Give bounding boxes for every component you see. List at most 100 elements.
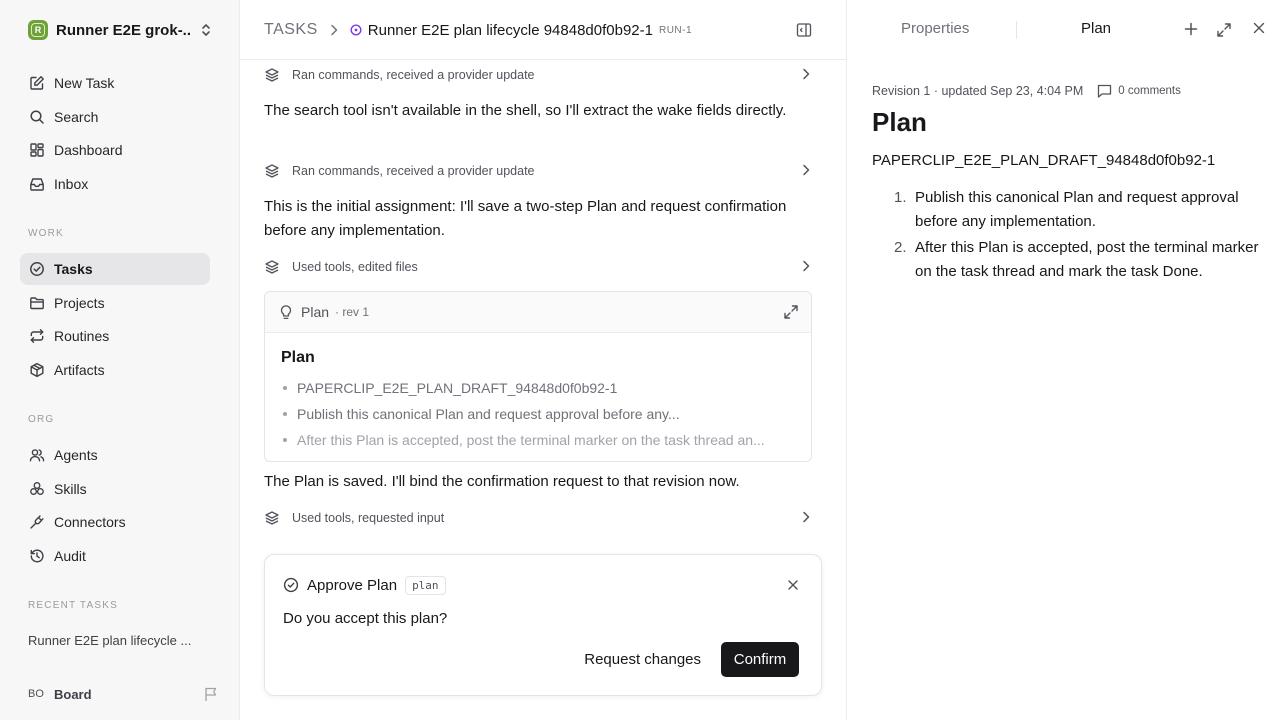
nav-label: Audit <box>54 548 86 564</box>
section-label-org: ORG <box>28 414 55 425</box>
layers-icon <box>265 260 279 274</box>
dashboard-icon <box>28 141 46 159</box>
plan-card-header: Plan · rev 1 <box>265 292 811 333</box>
confirm-button[interactable]: Confirm <box>721 642 799 677</box>
approval-tag: plan <box>405 575 446 595</box>
search-icon <box>28 108 46 126</box>
layers-icon <box>265 164 279 178</box>
nav-agents[interactable]: Agents <box>20 439 210 471</box>
task-thread: TASKS Runner E2E plan lifecycle 94848d0f… <box>240 0 846 720</box>
nav-routines[interactable]: Routines <box>20 320 210 352</box>
nav-label: Routines <box>54 328 110 344</box>
chevron-right-icon <box>803 164 810 176</box>
step-text: After this Plan is accepted, post the te… <box>915 239 1259 280</box>
nav-label: Search <box>54 109 99 125</box>
section-label-recent: RECENT TASKS <box>28 600 118 611</box>
board-label: Board <box>54 686 92 702</box>
nav-label: Skills <box>54 481 87 497</box>
plan-card[interactable]: Plan · rev 1 Plan PAPERCLIP_E2E_PLAN_DRA… <box>264 291 812 462</box>
workspace-switcher[interactable]: R Runner E2E grok-... <box>28 19 218 41</box>
chevron-right-icon <box>803 260 810 272</box>
recent-task-item[interactable]: Runner E2E plan lifecycle ... <box>28 633 208 648</box>
board-switcher[interactable]: BO Board <box>28 684 218 704</box>
nav-artifacts[interactable]: Artifacts <box>20 354 210 386</box>
breadcrumb: TASKS Runner E2E plan lifecycle 94848d0f… <box>264 19 692 41</box>
activity-text: Ran commands, received a provider update <box>292 164 535 178</box>
step-number: 2. <box>894 239 907 256</box>
panel-toggle-icon[interactable] <box>796 22 812 38</box>
activity-row[interactable]: Ran commands, received a provider update <box>264 63 812 87</box>
folder-icon <box>28 294 46 312</box>
tab-divider <box>1016 21 1017 39</box>
check-circle-icon <box>28 260 46 278</box>
activity-text: Used tools, edited files <box>292 260 418 274</box>
breadcrumb-tasks[interactable]: TASKS <box>264 21 318 39</box>
nav-search[interactable]: Search <box>20 101 210 133</box>
tab-plan[interactable]: Plan <box>1081 20 1111 37</box>
nav-label: Artifacts <box>54 362 105 378</box>
nav-projects[interactable]: Projects <box>20 287 210 319</box>
edit-icon <box>28 74 46 92</box>
approval-header: Approve Plan plan <box>283 574 446 596</box>
close-icon[interactable] <box>787 579 799 591</box>
nav-new-task[interactable]: New Task <box>20 67 210 99</box>
maximize-icon[interactable] <box>1216 22 1232 38</box>
plan-card-list: PAPERCLIP_E2E_PLAN_DRAFT_94848d0f0b92-1 … <box>281 375 795 453</box>
repeat-icon <box>28 327 46 345</box>
plan-steps: 1. Publish this canonical Plan and reques… <box>872 186 1262 286</box>
plan-card-body: Plan PAPERCLIP_E2E_PLAN_DRAFT_94848d0f0b… <box>265 333 811 461</box>
step-number: 1. <box>894 189 907 206</box>
nav-tasks[interactable]: Tasks <box>20 253 210 285</box>
agent-message: The Plan is saved. I'll bind the confirm… <box>264 473 740 490</box>
activity-row[interactable]: Ran commands, received a provider update <box>264 159 812 183</box>
avatar: BO <box>28 688 44 700</box>
chevron-right-icon <box>803 511 810 523</box>
task-title: Runner E2E plan lifecycle 94848d0f0b92-1 <box>367 21 653 39</box>
nav-connectors[interactable]: Connectors <box>20 506 210 538</box>
nav-label: New Task <box>54 75 115 91</box>
flag-icon[interactable] <box>204 686 218 702</box>
agent-message: The search tool isn't available in the s… <box>264 102 787 119</box>
plan-title: Plan <box>872 107 927 137</box>
chevrons-up-down-icon <box>202 24 210 36</box>
plan-card-rev: · rev 1 <box>335 305 370 319</box>
plan-panel: Properties Plan Revision 1 · updated Sep… <box>846 0 1280 720</box>
comments-link[interactable]: 0 comments <box>1097 84 1181 98</box>
users-icon <box>28 446 46 464</box>
inbox-icon <box>28 175 46 193</box>
tab-properties[interactable]: Properties <box>901 20 969 37</box>
nav-inbox[interactable]: Inbox <box>20 168 210 200</box>
approval-question: Do you accept this plan? <box>283 610 448 627</box>
activity-row[interactable]: Used tools, requested input <box>264 506 812 530</box>
history-icon <box>28 547 46 565</box>
nav-dashboard[interactable]: Dashboard <box>20 134 210 166</box>
activity-text: Ran commands, received a provider update <box>292 68 535 82</box>
expand-icon[interactable] <box>783 304 799 320</box>
box-icon <box>28 361 46 379</box>
nav-label: Connectors <box>54 514 126 530</box>
task-id: RUN-1 <box>658 24 693 36</box>
section-label-work: WORK <box>28 228 64 239</box>
list-item: PAPERCLIP_E2E_PLAN_DRAFT_94848d0f0b92-1 <box>281 375 795 401</box>
request-changes-button[interactable]: Request changes <box>574 642 711 677</box>
chevron-right-icon <box>331 24 338 36</box>
plus-icon[interactable] <box>1184 22 1198 36</box>
layers-icon <box>265 511 279 525</box>
workspace-name: Runner E2E grok-... <box>56 21 190 39</box>
nav-label: Dashboard <box>54 142 123 158</box>
nav-skills[interactable]: Skills <box>20 473 210 505</box>
agent-message: This is the initial assignment: I'll sav… <box>264 198 787 239</box>
revision-meta: Revision 1 · updated Sep 23, 4:04 PM 0 c… <box>872 84 1181 98</box>
activity-row[interactable]: Used tools, edited files <box>264 255 812 279</box>
nav-audit[interactable]: Audit <box>20 540 210 572</box>
plug-icon <box>28 513 46 531</box>
comment-icon <box>1098 84 1112 98</box>
comments-count: 0 comments <box>1118 85 1181 97</box>
nav-label: Projects <box>54 295 105 311</box>
close-icon[interactable] <box>1253 22 1265 34</box>
plan-step: 1. Publish this canonical Plan and reques… <box>872 186 1262 234</box>
chevron-right-icon <box>803 68 810 80</box>
panel-tabs: Properties Plan <box>847 0 1280 60</box>
sidebar: R Runner E2E grok-... New Task Search Da… <box>0 0 240 720</box>
plan-card-label: Plan <box>301 304 330 320</box>
